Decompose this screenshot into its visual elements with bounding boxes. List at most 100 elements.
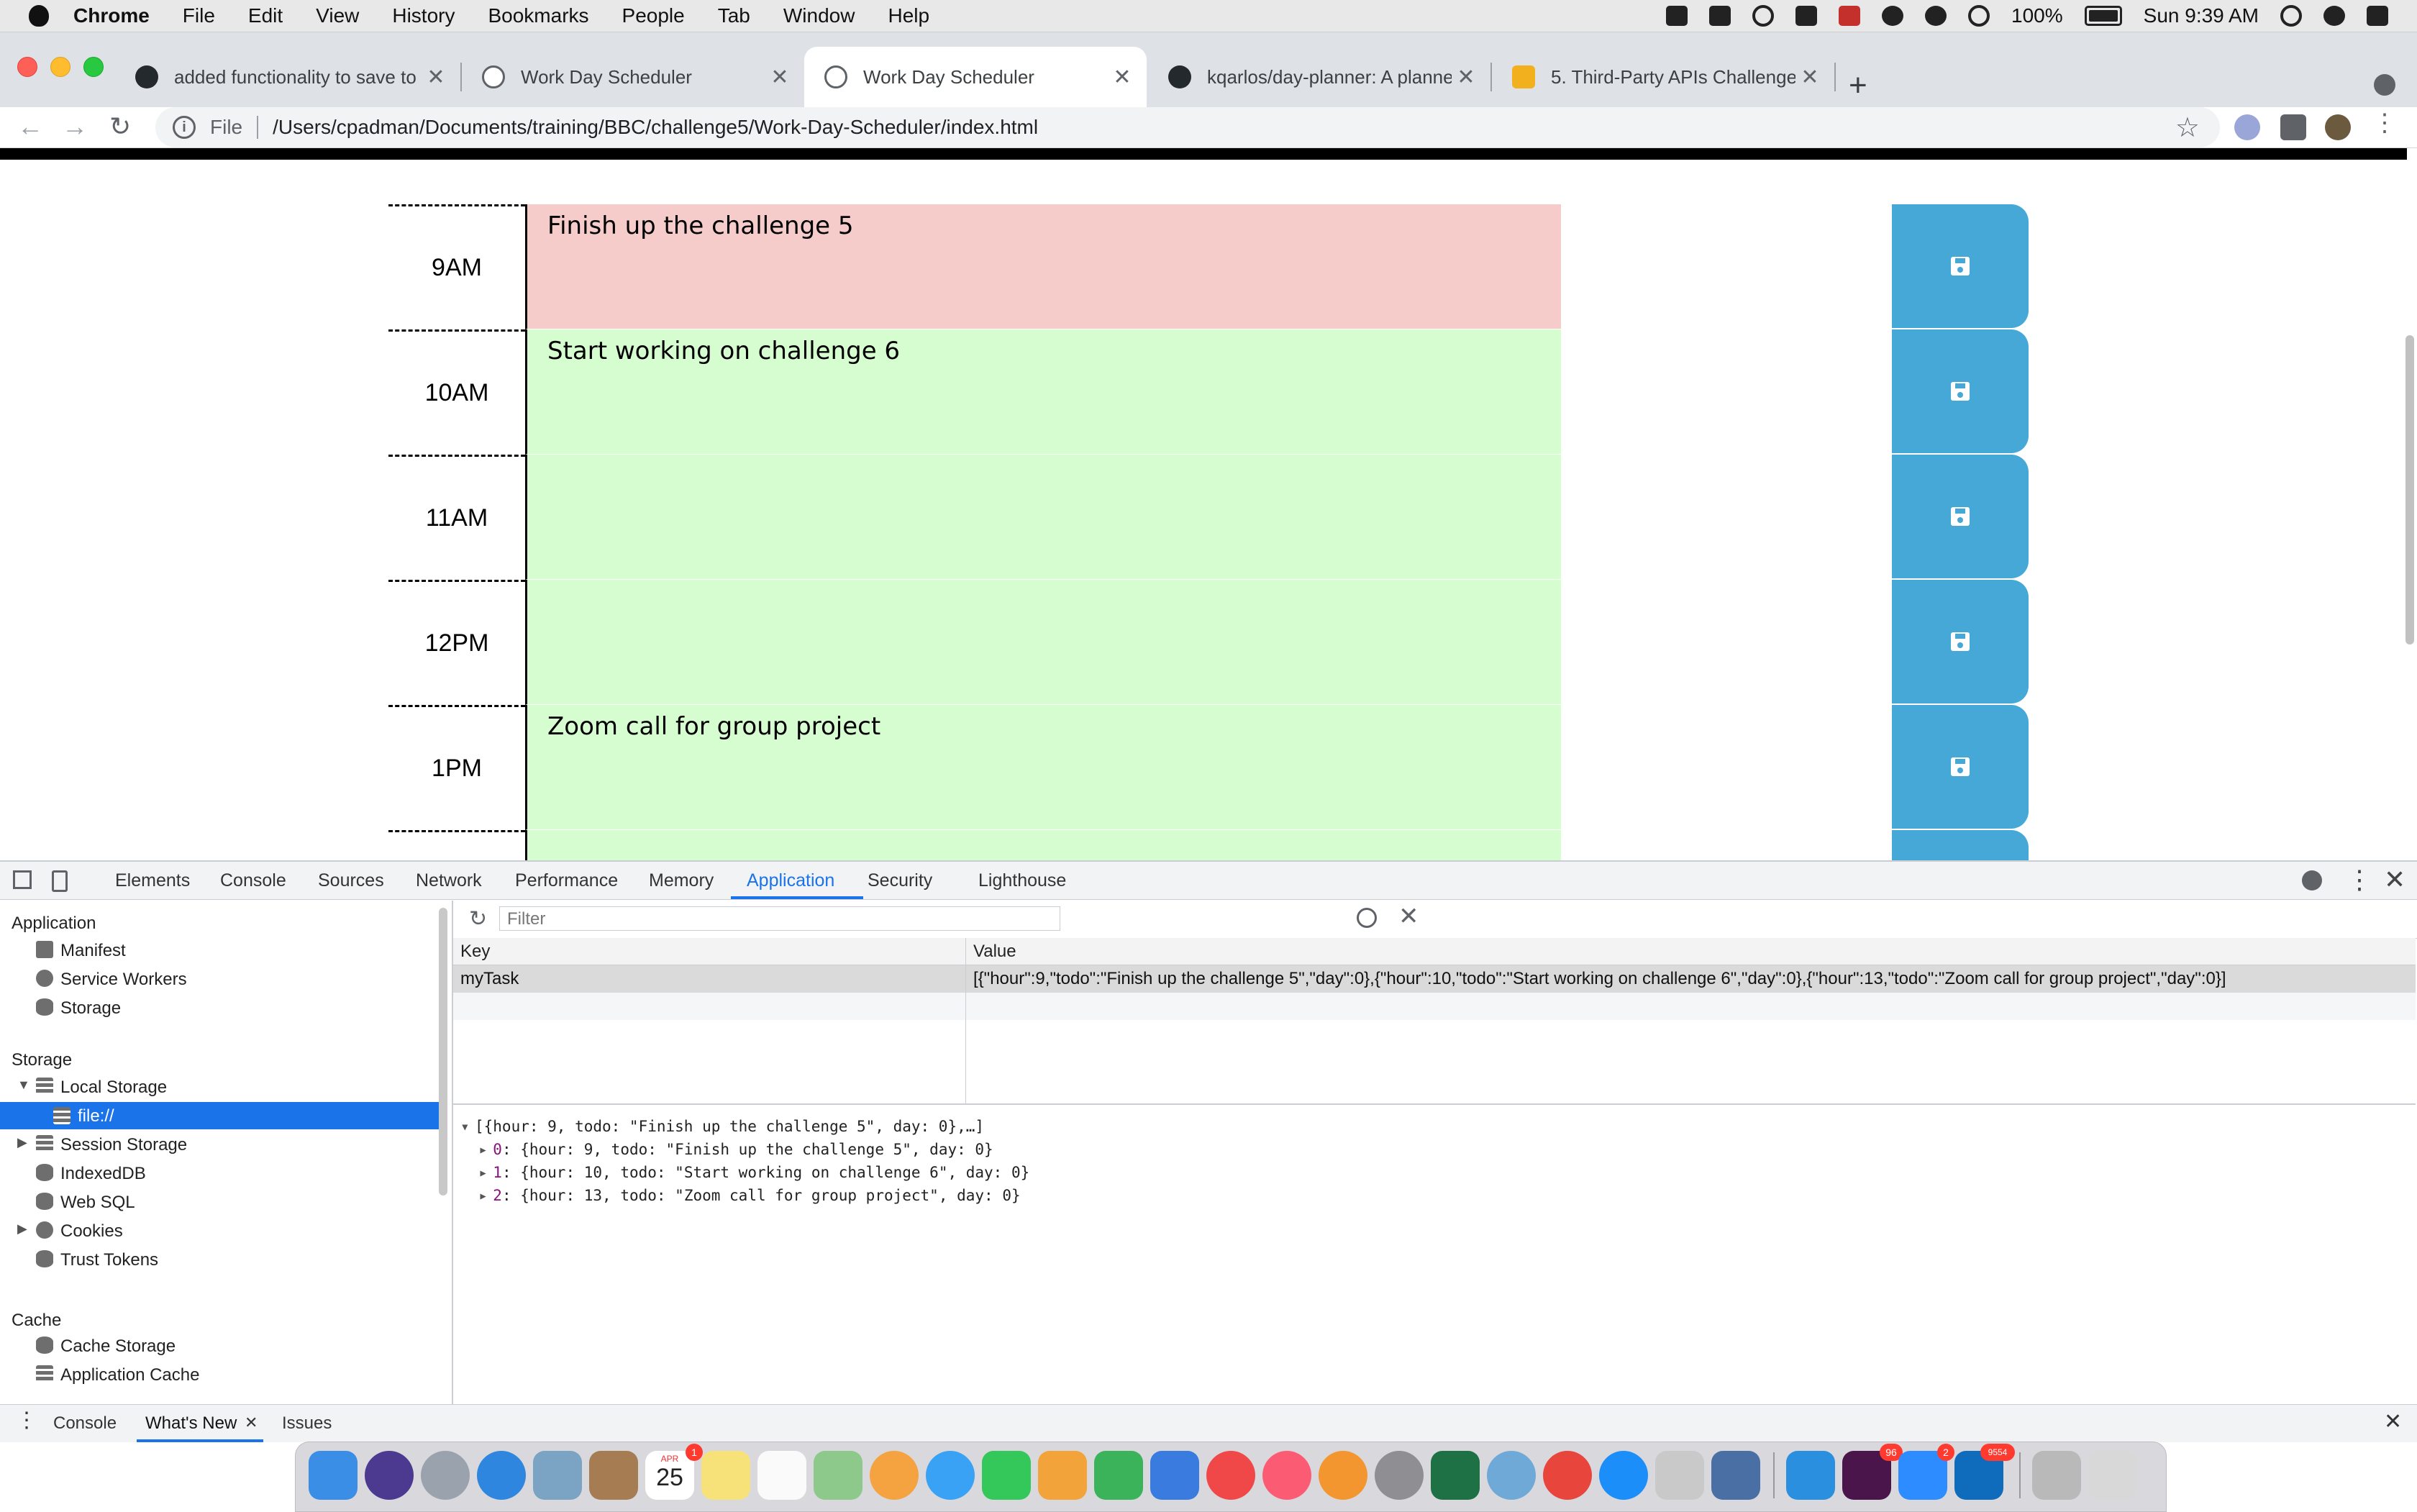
virtualbox-icon[interactable] xyxy=(1711,1451,1760,1500)
sidebar-item-application-cache[interactable]: Application Cache xyxy=(60,1365,199,1385)
devtools-tab-console[interactable]: Console xyxy=(220,870,286,891)
messages-icon[interactable] xyxy=(926,1451,975,1500)
close-drawer-tab-icon[interactable]: ✕ xyxy=(245,1413,258,1432)
preview-item-row[interactable]: ▸ 0: {hour: 9, todo: "Finish up the chall… xyxy=(460,1138,1029,1161)
task-textarea[interactable]: Finish up the challenge 5 xyxy=(525,204,1561,329)
malwarebytes-status-icon[interactable] xyxy=(1882,6,1904,26)
vpn-icon[interactable] xyxy=(1487,1451,1536,1500)
sidebar-item-trust-tokens[interactable]: Trust Tokens xyxy=(60,1250,158,1270)
profile-extension-icon[interactable] xyxy=(2234,114,2260,140)
devtools-tab-security[interactable]: Security xyxy=(868,870,932,891)
table-cell-key[interactable]: myTask xyxy=(453,965,965,993)
forward-icon[interactable]: → xyxy=(62,111,88,142)
documents-folder-icon[interactable] xyxy=(2032,1451,2081,1500)
menu-help[interactable]: Help xyxy=(888,4,929,27)
app-store-icon[interactable] xyxy=(1599,1451,1648,1500)
sidebar-item-cookies[interactable]: Cookies xyxy=(60,1221,123,1242)
bi-status-icon[interactable] xyxy=(1709,6,1731,26)
drawer-tab-whats-new[interactable]: What's New xyxy=(145,1413,237,1434)
timer-status-icon[interactable] xyxy=(1925,6,1947,26)
task-textarea[interactable] xyxy=(525,455,1561,580)
notification-center-icon[interactable] xyxy=(2367,6,2388,26)
drawer-menu-icon[interactable]: ⋮ xyxy=(16,1408,37,1433)
menu-app-name[interactable]: Chrome xyxy=(73,4,150,27)
sidebar-item-session-storage[interactable]: Session Storage xyxy=(60,1135,187,1155)
drawer-tab-console[interactable]: Console xyxy=(53,1413,117,1434)
chrome-menu-icon[interactable]: ⋮ xyxy=(2372,109,2398,137)
close-drawer-icon[interactable]: ✕ xyxy=(2384,1409,2402,1434)
numbers-icon[interactable] xyxy=(1094,1451,1143,1500)
safari-icon[interactable] xyxy=(477,1451,526,1500)
vscode-icon[interactable] xyxy=(1786,1451,1835,1500)
apple-icon[interactable] xyxy=(29,5,49,27)
site-info-icon[interactable]: i xyxy=(173,116,196,139)
settings-gear-icon[interactable] xyxy=(2302,870,2322,891)
maps-icon[interactable] xyxy=(814,1451,862,1500)
drawer-tab-issues[interactable]: Issues xyxy=(282,1413,332,1434)
notes-icon[interactable] xyxy=(701,1451,750,1500)
url-text[interactable]: /Users/cpadman/Documents/training/BBC/ch… xyxy=(273,116,1038,139)
preview-item-row[interactable]: ▸ 1: {hour: 10, todo: "Start working on c… xyxy=(460,1161,1029,1184)
wifi-icon[interactable] xyxy=(1968,5,1990,27)
contacts-icon[interactable] xyxy=(589,1451,638,1500)
devtools-more-icon[interactable]: ⋮ xyxy=(2347,865,2372,895)
menu-view[interactable]: View xyxy=(316,4,359,27)
pages-icon[interactable] xyxy=(1038,1451,1087,1500)
expanded-arrow-icon[interactable]: ▼ xyxy=(17,1078,30,1093)
sidebar-item-web-sql[interactable]: Web SQL xyxy=(60,1193,135,1213)
preview-summary-row[interactable]: ▾ [{hour: 9, todo: "Finish up the challen… xyxy=(460,1115,1029,1138)
sync-status-icon[interactable] xyxy=(1752,5,1775,27)
menubar-clock[interactable]: Sun 9:39 AM xyxy=(2144,4,2259,27)
menu-file[interactable]: File xyxy=(183,4,215,27)
minimize-window-button[interactable] xyxy=(50,57,70,77)
task-textarea[interactable]: Start working on challenge 6 xyxy=(525,329,1561,455)
sidebar-item-indexeddb[interactable]: IndexedDB xyxy=(60,1164,146,1184)
calendar-icon[interactable]: APR 25 xyxy=(645,1451,694,1500)
sidebar-item-file-selected[interactable]: file:// xyxy=(0,1102,446,1129)
excel-icon[interactable] xyxy=(1431,1451,1480,1500)
column-header-key[interactable]: Key xyxy=(453,938,965,965)
refresh-icon[interactable]: ↻ xyxy=(469,906,487,932)
extensions-puzzle-icon[interactable] xyxy=(2280,114,2306,140)
sidebar-item-service-workers[interactable]: Service Workers xyxy=(60,970,187,990)
reload-icon[interactable]: ↻ xyxy=(109,111,131,142)
task-textarea[interactable] xyxy=(525,580,1561,705)
close-tab-icon[interactable]: ✕ xyxy=(1452,65,1480,90)
menu-edit[interactable]: Edit xyxy=(248,4,283,27)
devtools-tab-elements[interactable]: Elements xyxy=(115,870,190,891)
facetime-icon[interactable] xyxy=(982,1451,1031,1500)
menu-history[interactable]: History xyxy=(392,4,455,27)
music-icon[interactable] xyxy=(1262,1451,1311,1500)
menu-window[interactable]: Window xyxy=(783,4,855,27)
column-header-value[interactable]: Value xyxy=(966,938,2416,965)
zoom-status-icon[interactable] xyxy=(1666,6,1688,26)
device-toolbar-icon[interactable] xyxy=(52,870,68,892)
trash-icon[interactable] xyxy=(2088,1451,2137,1500)
battery-icon[interactable] xyxy=(2084,6,2122,26)
save-button[interactable] xyxy=(1892,580,2029,703)
page-scrollbar[interactable] xyxy=(2405,335,2414,645)
close-tab-icon[interactable]: ✕ xyxy=(765,65,794,90)
task-textarea[interactable] xyxy=(525,830,1561,860)
zoom-window-button[interactable] xyxy=(83,57,104,77)
sidebar-item-manifest[interactable]: Manifest xyxy=(60,941,126,961)
menu-tab[interactable]: Tab xyxy=(718,4,750,27)
browser-tab[interactable]: kqarlos/day-planner: A planner ✕ xyxy=(1148,47,1490,107)
spotlight-search-icon[interactable] xyxy=(2280,5,2302,27)
siri-icon[interactable] xyxy=(365,1451,414,1500)
sidebar-scrollbar[interactable] xyxy=(439,908,447,1196)
save-button[interactable] xyxy=(1892,705,2029,829)
sidebar-item-cache-storage[interactable]: Cache Storage xyxy=(60,1336,176,1357)
browser-tab[interactable]: Work Day Scheduler ✕ xyxy=(462,47,804,107)
back-icon[interactable]: ← xyxy=(17,111,43,142)
close-tab-icon[interactable]: ✕ xyxy=(422,65,450,90)
finder-icon[interactable] xyxy=(309,1451,358,1500)
devtools-tab-network[interactable]: Network xyxy=(416,870,482,891)
sidebar-item-local-storage[interactable]: Local Storage xyxy=(60,1078,167,1098)
browser-tab[interactable]: added functionality to save to ✕ xyxy=(115,47,460,107)
profile-avatar[interactable] xyxy=(2325,114,2351,140)
save-button[interactable] xyxy=(1892,830,2029,860)
devtools-tab-application[interactable]: Application xyxy=(747,870,834,891)
system-preferences-icon[interactable] xyxy=(1375,1451,1424,1500)
delete-selected-icon[interactable]: ✕ xyxy=(1398,902,1419,931)
